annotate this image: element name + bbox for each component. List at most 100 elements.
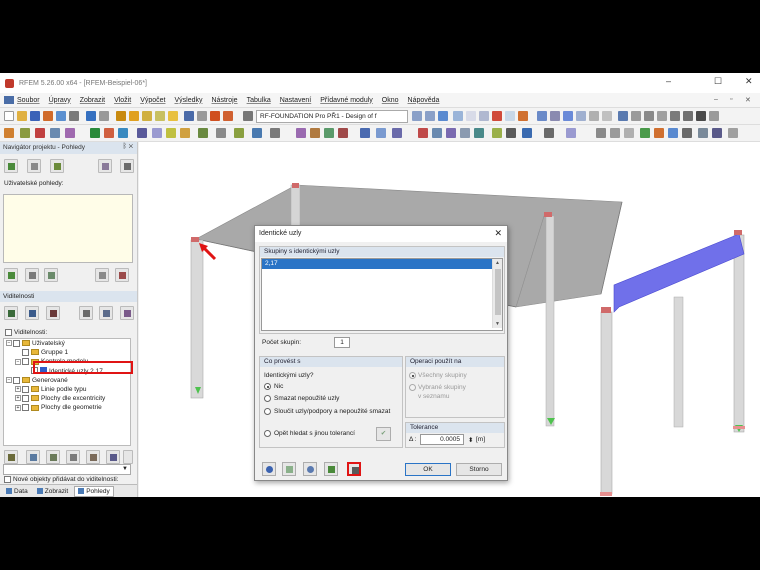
track-icon[interactable] bbox=[624, 128, 634, 138]
retry-tolerance-radio[interactable] bbox=[264, 430, 271, 437]
cs-icon[interactable] bbox=[522, 128, 532, 138]
toolbar-options-icon[interactable] bbox=[709, 111, 719, 121]
tab-data[interactable]: Data bbox=[3, 486, 31, 497]
visibility-hide-button[interactable] bbox=[99, 306, 113, 320]
tree-hide-button[interactable] bbox=[86, 450, 100, 464]
phi-icon[interactable] bbox=[631, 111, 641, 121]
save-icon[interactable] bbox=[30, 111, 40, 121]
connect-icon[interactable] bbox=[460, 128, 470, 138]
collapse-icon[interactable]: − bbox=[6, 340, 12, 347]
open-folder-icon[interactable] bbox=[17, 111, 27, 121]
view-z-icon[interactable] bbox=[602, 111, 612, 121]
user-views-list[interactable] bbox=[3, 194, 133, 263]
support-tool-icon[interactable] bbox=[90, 128, 100, 138]
grid-icon[interactable] bbox=[184, 111, 194, 121]
list-icon[interactable] bbox=[197, 111, 207, 121]
menu-napoveda[interactable]: Nápověda bbox=[408, 97, 440, 104]
scroll-down-icon[interactable]: ▼ bbox=[495, 321, 500, 327]
visibility-edit-button[interactable] bbox=[46, 306, 60, 320]
module-prev-icon[interactable] bbox=[412, 111, 422, 121]
minimize-button[interactable]: – bbox=[666, 76, 671, 86]
mesh-settings-icon[interactable] bbox=[223, 111, 233, 121]
delete-user-view-button[interactable] bbox=[115, 268, 129, 282]
layer-icon[interactable] bbox=[392, 128, 402, 138]
tree-row[interactable]: + Linie podle typu bbox=[4, 385, 130, 394]
tab-pohledy[interactable]: Pohledy bbox=[74, 485, 114, 497]
check-model-icon[interactable] bbox=[418, 128, 428, 138]
groups-list-item[interactable]: 2,17 bbox=[262, 259, 492, 269]
help-button[interactable] bbox=[262, 462, 276, 476]
section-icon[interactable] bbox=[550, 111, 560, 121]
doc-close-button[interactable]: ✕ bbox=[745, 96, 751, 104]
new-objects-combo[interactable]: ▼ bbox=[3, 464, 131, 475]
check-icon[interactable] bbox=[670, 111, 680, 121]
member-tool-icon[interactable] bbox=[35, 128, 45, 138]
view-3d-icon[interactable] bbox=[563, 111, 573, 121]
cancel-button[interactable]: Storno bbox=[456, 463, 502, 476]
apply-selected-groups-radio[interactable] bbox=[409, 384, 416, 391]
tolerance-input[interactable]: 0.0005 bbox=[420, 434, 464, 445]
menu-vlozit[interactable]: Vložit bbox=[114, 97, 131, 104]
visual-icon[interactable] bbox=[640, 128, 650, 138]
rulers-icon[interactable] bbox=[712, 128, 722, 138]
align-icon[interactable] bbox=[492, 128, 502, 138]
scrollbar-thumb[interactable] bbox=[495, 269, 501, 315]
load-tool-icon[interactable] bbox=[118, 128, 128, 138]
calculate-icon[interactable] bbox=[129, 111, 139, 121]
tree-checkbox[interactable] bbox=[13, 376, 20, 384]
module-combo[interactable]: RF-FOUNDATION Pro PŘ1 - Design of f bbox=[256, 110, 408, 123]
visibility-show-button[interactable] bbox=[79, 306, 93, 320]
tree-row[interactable]: − Uživatelský bbox=[4, 339, 130, 348]
solid-tool-icon[interactable] bbox=[65, 128, 75, 138]
tree-new-button[interactable] bbox=[4, 450, 18, 464]
ok-button[interactable]: OK bbox=[405, 463, 451, 476]
expand-icon[interactable]: + bbox=[15, 404, 21, 411]
surface-tool-icon[interactable] bbox=[50, 128, 60, 138]
intersect-icon[interactable] bbox=[474, 128, 484, 138]
pen-icon[interactable] bbox=[116, 111, 126, 121]
edit-view-button[interactable] bbox=[27, 159, 41, 173]
tolerance-spinner-icon[interactable]: ⬍ bbox=[468, 436, 473, 444]
visibility-options-button[interactable] bbox=[120, 306, 134, 320]
menu-vysledky[interactable]: Výsledky bbox=[174, 97, 202, 104]
view-options-button[interactable] bbox=[98, 159, 112, 173]
apply-retry-button[interactable]: ✔ bbox=[376, 427, 391, 441]
print-icon[interactable] bbox=[56, 111, 66, 121]
menu-upravy[interactable]: Úpravy bbox=[49, 97, 71, 104]
tree-checkbox[interactable] bbox=[22, 348, 29, 356]
view-y-icon[interactable] bbox=[589, 111, 599, 121]
tree-checkbox[interactable] bbox=[22, 358, 29, 366]
object-snap-icon[interactable] bbox=[610, 128, 620, 138]
node-tool-icon[interactable] bbox=[4, 128, 14, 138]
render-icon[interactable] bbox=[479, 111, 489, 121]
menu-soubor[interactable]: Soubor bbox=[17, 97, 40, 104]
wire-icon[interactable] bbox=[466, 111, 476, 121]
action-merge-radio[interactable] bbox=[264, 408, 271, 415]
copy-icon[interactable] bbox=[216, 128, 226, 138]
tree-edit-button[interactable] bbox=[46, 450, 60, 464]
copy-user-view-button[interactable] bbox=[95, 268, 109, 282]
tree-add-button[interactable] bbox=[26, 450, 40, 464]
doc-restore-button[interactable]: ▫ bbox=[730, 96, 732, 103]
export-button[interactable] bbox=[324, 462, 338, 476]
check-button[interactable] bbox=[282, 462, 296, 476]
transparency-icon[interactable] bbox=[668, 128, 678, 138]
new-objects-checkbox[interactable] bbox=[4, 476, 11, 483]
model-icon[interactable] bbox=[43, 111, 53, 121]
menu-zobrazit[interactable]: Zobrazit bbox=[80, 97, 105, 104]
menu-pridavne-moduly[interactable]: Přídavné moduly bbox=[320, 97, 373, 104]
regenerate-icon[interactable] bbox=[432, 128, 442, 138]
doc-minimize-button[interactable]: – bbox=[714, 96, 718, 103]
expand-icon[interactable]: + bbox=[15, 395, 21, 402]
scale-icon[interactable] bbox=[270, 128, 280, 138]
tab-zobrazit[interactable]: Zobrazit bbox=[34, 486, 71, 497]
tree-checkbox[interactable] bbox=[13, 339, 20, 347]
lambda-icon[interactable] bbox=[644, 111, 654, 121]
tree-row[interactable]: + Plochy dle geometrie bbox=[4, 403, 130, 412]
new-view-button[interactable] bbox=[4, 159, 18, 173]
menu-nastroje[interactable]: Nástroje bbox=[212, 97, 238, 104]
mesh-icon[interactable] bbox=[210, 111, 220, 121]
graph-icon[interactable] bbox=[155, 111, 165, 121]
module-next-icon[interactable] bbox=[425, 111, 435, 121]
visibility-checkbox[interactable] bbox=[5, 329, 12, 336]
